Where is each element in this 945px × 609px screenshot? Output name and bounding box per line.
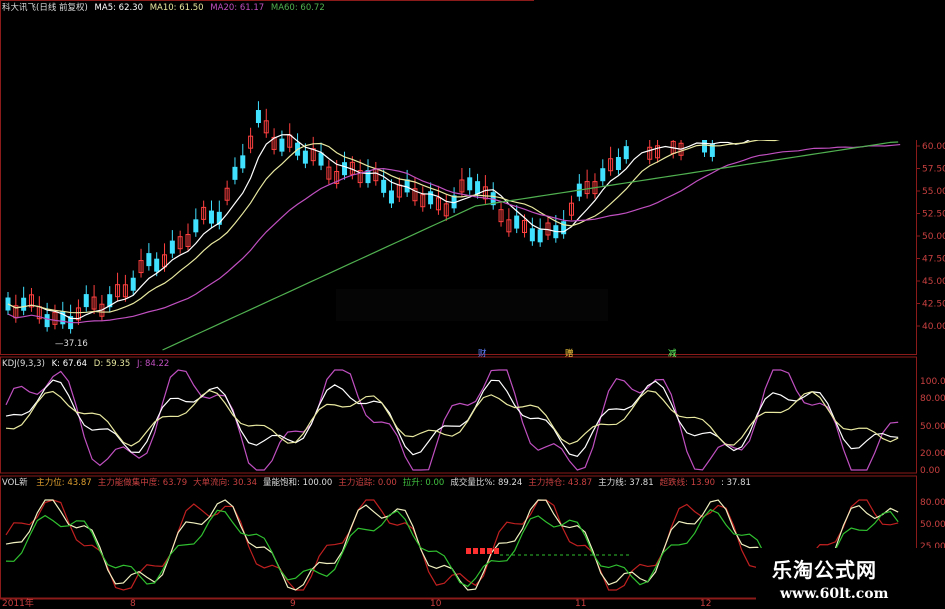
time-axis-label: 8 xyxy=(130,599,136,609)
vol-signal-bar xyxy=(473,548,478,554)
candle-body xyxy=(702,139,708,153)
time-axis-label: 11 xyxy=(575,599,586,609)
occluded-region-mid xyxy=(336,289,608,321)
price-axis-label: 42.50 xyxy=(922,300,945,310)
candle-body xyxy=(279,138,285,152)
price-axis-label: 60.00 xyxy=(922,142,945,152)
vol-item-1: 主力能做集中度: 63.79 xyxy=(97,478,188,488)
price-axis-label: 40.00 xyxy=(922,322,945,332)
candle-body xyxy=(154,258,160,272)
vol-item-3: 量能饱和: 100.00 xyxy=(263,478,333,488)
watermark-logo: 乐淘公式网 www.60lt.com xyxy=(756,548,945,609)
vol-title: VOL新 xyxy=(2,478,28,488)
price-axis-label: 50.00 xyxy=(922,232,945,242)
vol-item-9: 超跌线: 13.90 xyxy=(659,478,716,488)
vol-item-2: 大单流向: 30.34 xyxy=(193,478,258,488)
candle-body xyxy=(83,294,89,308)
candle-body xyxy=(600,168,606,182)
candle-body xyxy=(342,162,348,176)
time-axis-label: 2011年 xyxy=(2,597,34,609)
time-axis-label: 12 xyxy=(700,599,711,609)
candle-body xyxy=(529,228,535,242)
candle-body xyxy=(169,240,175,254)
candle-body xyxy=(365,170,371,184)
price-axis-label: 55.00 xyxy=(922,187,945,197)
candle-body xyxy=(208,210,214,224)
candle-body xyxy=(537,229,543,243)
candle-body xyxy=(318,152,324,166)
kdj-j-value: J: 84.22 xyxy=(136,359,170,369)
kdj-axis-label: 0.00 xyxy=(920,466,940,476)
kdj-panel-border xyxy=(0,356,917,474)
candle-body xyxy=(615,157,621,171)
vol-title-bar: VOL新 主力位: 43.87 主力能做集中度: 63.79 大单流向: 30.34… xyxy=(2,478,751,489)
stock-title: 科大讯飞(日线 前复权) xyxy=(2,3,88,13)
kdj-k-value: K: 67.64 xyxy=(51,359,88,369)
low-price-label: —37.16 xyxy=(55,339,88,349)
candle-body xyxy=(240,155,246,169)
vol-item-5: 拉升: 0.00 xyxy=(402,478,445,488)
vol-item-10: : 37.81 xyxy=(721,478,751,488)
watermark-title: 乐淘公式网 xyxy=(772,558,877,582)
event-label-3: 减 xyxy=(668,349,677,359)
candle-body xyxy=(302,150,308,164)
price-axis-label: 45.00 xyxy=(922,277,945,287)
candle-body xyxy=(193,219,199,233)
candle-body xyxy=(232,166,238,180)
price-axis-label: 57.50 xyxy=(922,165,945,175)
price-axis-label: 47.50 xyxy=(922,255,945,265)
kdj-axis-label: 100.00 xyxy=(920,377,945,387)
candle-body xyxy=(381,179,387,193)
candle-body xyxy=(388,190,394,204)
kdj-axis-label: 80.00 xyxy=(920,394,945,404)
kdj-axis-label: 20.00 xyxy=(920,449,945,459)
vol-item-0: 主力位: 43.87 xyxy=(36,478,92,488)
kdj-j-line xyxy=(5,369,899,471)
candle-body xyxy=(44,314,50,328)
vol-signal-bar xyxy=(466,548,471,554)
kdj-d-line xyxy=(5,389,899,447)
main-title-bar: 科大讯飞(日线 前复权) MA5: 62.30 MA10: 61.50 MA20… xyxy=(2,3,325,14)
price-axis-label: 52.50 xyxy=(922,210,945,220)
time-axis-label: 9 xyxy=(290,599,296,609)
kdj-title: KDJ(9,3,3) xyxy=(2,359,45,369)
candle-body xyxy=(146,253,152,267)
candle-body xyxy=(404,179,410,193)
vol-item-6: 成交量比%: 89.24 xyxy=(450,478,523,488)
candle-body xyxy=(21,297,27,311)
kdj-title-bar: KDJ(9,3,3) K: 67.64 D: 59.35 J: 84.22 xyxy=(2,359,169,370)
ma20-value: MA20: 61.17 xyxy=(210,3,265,13)
ma5-value: MA5: 62.30 xyxy=(94,3,144,13)
vol-item-7: 主力持仓: 43.87 xyxy=(528,478,593,488)
vol-signal-bar xyxy=(480,548,485,554)
candle-body xyxy=(255,110,261,124)
candle-body xyxy=(514,215,520,229)
vol-signal-bar xyxy=(494,548,499,554)
candle-body xyxy=(467,177,473,191)
watermark-url: www.60lt.com xyxy=(780,586,889,602)
kdj-axis-label: 50.00 xyxy=(920,422,945,432)
occluded-region-top xyxy=(534,0,945,140)
vol-item-4: 主力追踪: 0.00 xyxy=(338,478,397,488)
event-label-2: 赠 xyxy=(565,349,574,359)
candle-body xyxy=(623,146,629,160)
vol-axis-label: 80.00 xyxy=(920,498,945,508)
ma10-value: MA10: 61.50 xyxy=(149,3,204,13)
vol-axis-label: 50.00 xyxy=(920,520,945,530)
event-label-1: 财 xyxy=(478,349,487,359)
candle-body xyxy=(475,181,481,195)
kdj-d-value: D: 59.35 xyxy=(93,359,131,369)
ma60-value: MA60: 60.72 xyxy=(270,3,325,13)
candle-body xyxy=(130,277,136,291)
vol-item-8: 主力线: 37.81 xyxy=(598,478,654,488)
vol-signal-bar xyxy=(487,548,492,554)
time-axis-label: 10 xyxy=(430,599,442,609)
